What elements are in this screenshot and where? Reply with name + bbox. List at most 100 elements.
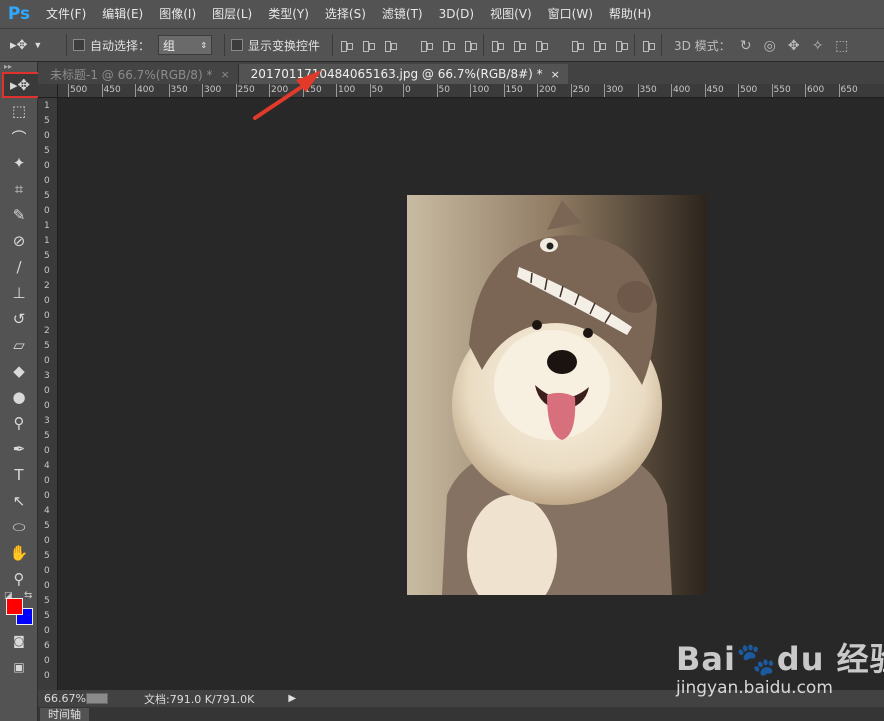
ruler-tick-label: 0 (44, 401, 50, 411)
menu-3d[interactable]: 3D(D) (431, 0, 482, 28)
distribute-top-edges-icon[interactable] (490, 38, 505, 52)
slide-3d-icon[interactable]: ✧ (809, 37, 827, 53)
history-brush-tool[interactable]: ↺ (2, 306, 36, 332)
ruler-tick (168, 84, 170, 97)
align-right-edges-icon[interactable] (463, 38, 478, 52)
ruler-tick (805, 84, 806, 97)
eyedropper-tool[interactable]: ✎ (2, 202, 36, 228)
ruler-tick-label: 300 (204, 85, 222, 95)
tab-timeline[interactable]: 时间轴 (40, 708, 89, 721)
auto-select-checkbox[interactable] (73, 39, 85, 51)
roll-3d-icon[interactable]: ◎ (761, 37, 779, 53)
ellipse-tool[interactable]: ⬭ (2, 514, 36, 540)
ruler-tick-label: 0 (44, 386, 50, 396)
panel-collapse-icon[interactable]: ▸▸ (0, 62, 37, 72)
menu-help[interactable]: 帮助(H) (601, 0, 659, 28)
ruler-tick-label: 350 (639, 85, 657, 95)
path-selection-tool[interactable]: ↖ (2, 488, 36, 514)
distribute-left-edges-icon[interactable] (570, 38, 585, 52)
ruler-tick-label: 0 (44, 476, 50, 486)
eraser-tool[interactable]: ▱ (2, 332, 36, 358)
ruler-origin[interactable] (38, 84, 58, 98)
show-transform-checkbox[interactable] (231, 39, 244, 51)
hand-tool[interactable]: ✋ (2, 540, 36, 566)
ruler-tick (838, 84, 840, 97)
align-left-edges-icon[interactable] (419, 38, 434, 52)
zoom-level[interactable]: 66.67% (38, 692, 86, 705)
lasso-tool[interactable]: ⌒ (2, 124, 36, 150)
distribute-bottom-edges-icon[interactable] (534, 38, 549, 52)
tab-untitled-1[interactable]: 未标题-1 @ 66.7%(RGB/8) * × (38, 64, 239, 84)
menu-file[interactable]: 文件(F) (38, 0, 94, 28)
magic-wand-icon: ✦ (12, 154, 26, 172)
menu-type[interactable]: 类型(Y) (260, 0, 317, 28)
close-icon[interactable]: × (551, 68, 560, 81)
brush-tool[interactable]: ∕ (2, 254, 36, 280)
tab-label: 未标题-1 @ 66.7%(RGB/8) * (50, 67, 213, 82)
marquee-tool[interactable]: ⬚ (2, 98, 36, 124)
menu-image[interactable]: 图像(I) (151, 0, 204, 28)
auto-select-target-dropdown[interactable]: 组 ⇕ (158, 35, 213, 55)
color-swatches: ◪ ⇆ (2, 590, 36, 628)
ruler-tick-label: 5 (44, 521, 50, 531)
dodge-tool[interactable]: ⚲ (2, 410, 36, 436)
vertical-ruler[interactable]: 1 5 0 5 0 0 5 0 1 1 5 0 2 0 0 2 5 0 3 0 0 3 5 0 4 0 0 4 5 0 5 0 0 5 5 0 6 0 0 (38, 98, 58, 690)
rotate-3d-icon[interactable]: ↻ (737, 37, 755, 53)
screen-mode-button[interactable]: ▣ (2, 654, 36, 680)
ruler-tick-label: 0 (405, 85, 411, 95)
crop-tool[interactable]: ⌗ (2, 176, 36, 202)
scale-3d-icon[interactable]: ⬚ (833, 37, 851, 53)
ruler-tick-label: 100 (338, 85, 356, 95)
ruler-tick-label: 500 (740, 85, 758, 95)
ruler-tick (403, 84, 404, 97)
distribute-right-edges-icon[interactable] (614, 38, 629, 52)
menu-filter[interactable]: 滤镜(T) (374, 0, 431, 28)
ruler-tick-label: 3 (44, 416, 50, 426)
ruler-tick-label: 5 (44, 596, 50, 606)
horizontal-ruler[interactable]: 500 450 400 350 300 250 200 150 100 50 0 50 100 150 20… (58, 84, 884, 98)
pen-tool[interactable]: ✒ (2, 436, 36, 462)
status-menu-arrow-icon[interactable]: ▶ (288, 693, 296, 704)
healing-brush-tool[interactable]: ⊘ (2, 228, 36, 254)
ruler-tick-label: 2 (44, 326, 50, 336)
canvas-area[interactable] (59, 98, 884, 690)
ruler-tick (336, 84, 337, 97)
tools-panel: ▸▸ ▸✥ ⬚ ⌒ ✦ ⌗ ✎ ⊘ ∕ ⊥ ↺ ▱ ◆ ● ⚲ ✒ T ↖ ⬭ … (0, 62, 58, 721)
menu-select[interactable]: 选择(S) (317, 0, 374, 28)
close-icon[interactable]: × (220, 68, 229, 81)
blur-tool[interactable]: ● (2, 384, 36, 410)
ruler-tick-label: 6 (44, 641, 50, 651)
ruler-tick-label: 250 (237, 85, 255, 95)
menu-layer[interactable]: 图层(L) (204, 0, 260, 28)
magic-wand-tool[interactable]: ✦ (2, 150, 36, 176)
align-bottom-edges-icon[interactable] (383, 38, 398, 52)
foreground-color-swatch[interactable] (6, 598, 23, 615)
zoom-tool[interactable]: ⚲ (2, 566, 36, 592)
drag-3d-icon[interactable]: ✥ (785, 37, 803, 53)
distribute-vertical-centers-icon[interactable] (512, 38, 527, 52)
menu-view[interactable]: 视图(V) (482, 0, 540, 28)
bandage-icon: ⊘ (12, 232, 26, 250)
auto-align-layers-icon[interactable] (641, 38, 656, 52)
paint-bucket-tool[interactable]: ◆ (2, 358, 36, 384)
ruler-tick-label: 0 (44, 206, 50, 216)
align-horizontal-centers-icon[interactable] (441, 38, 456, 52)
ruler-tick-label: 200 (271, 85, 289, 95)
status-view-icon[interactable] (86, 693, 108, 704)
clone-stamp-tool[interactable]: ⊥ (2, 280, 36, 306)
menu-edit[interactable]: 编辑(E) (94, 0, 151, 28)
align-top-edges-icon[interactable] (339, 38, 354, 52)
quick-mask-button[interactable]: ◙ (2, 628, 36, 654)
photoshop-window: Ps 文件(F) 编辑(E) 图像(I) 图层(L) 类型(Y) 选择(S) 滤… (0, 0, 884, 721)
auto-select-target-value: 组 (163, 38, 176, 53)
type-tool[interactable]: T (2, 462, 36, 488)
distribute-horizontal-centers-icon[interactable] (592, 38, 607, 52)
menu-window[interactable]: 窗口(W) (540, 0, 601, 28)
tab-photo-document[interactable]: 20170117104840651​63.jpg @ 66.7%(RGB/8#)… (238, 64, 568, 84)
chevron-updown-icon: ⇕ (200, 40, 208, 50)
swap-colors-icon[interactable]: ⇆ (24, 590, 32, 601)
ruler-tick-label: 150 (304, 85, 322, 95)
tool-preset-picker[interactable]: ▸✥ ▼ (0, 37, 60, 53)
ruler-tick-label: 0 (44, 176, 50, 186)
align-vertical-centers-icon[interactable] (361, 38, 376, 52)
